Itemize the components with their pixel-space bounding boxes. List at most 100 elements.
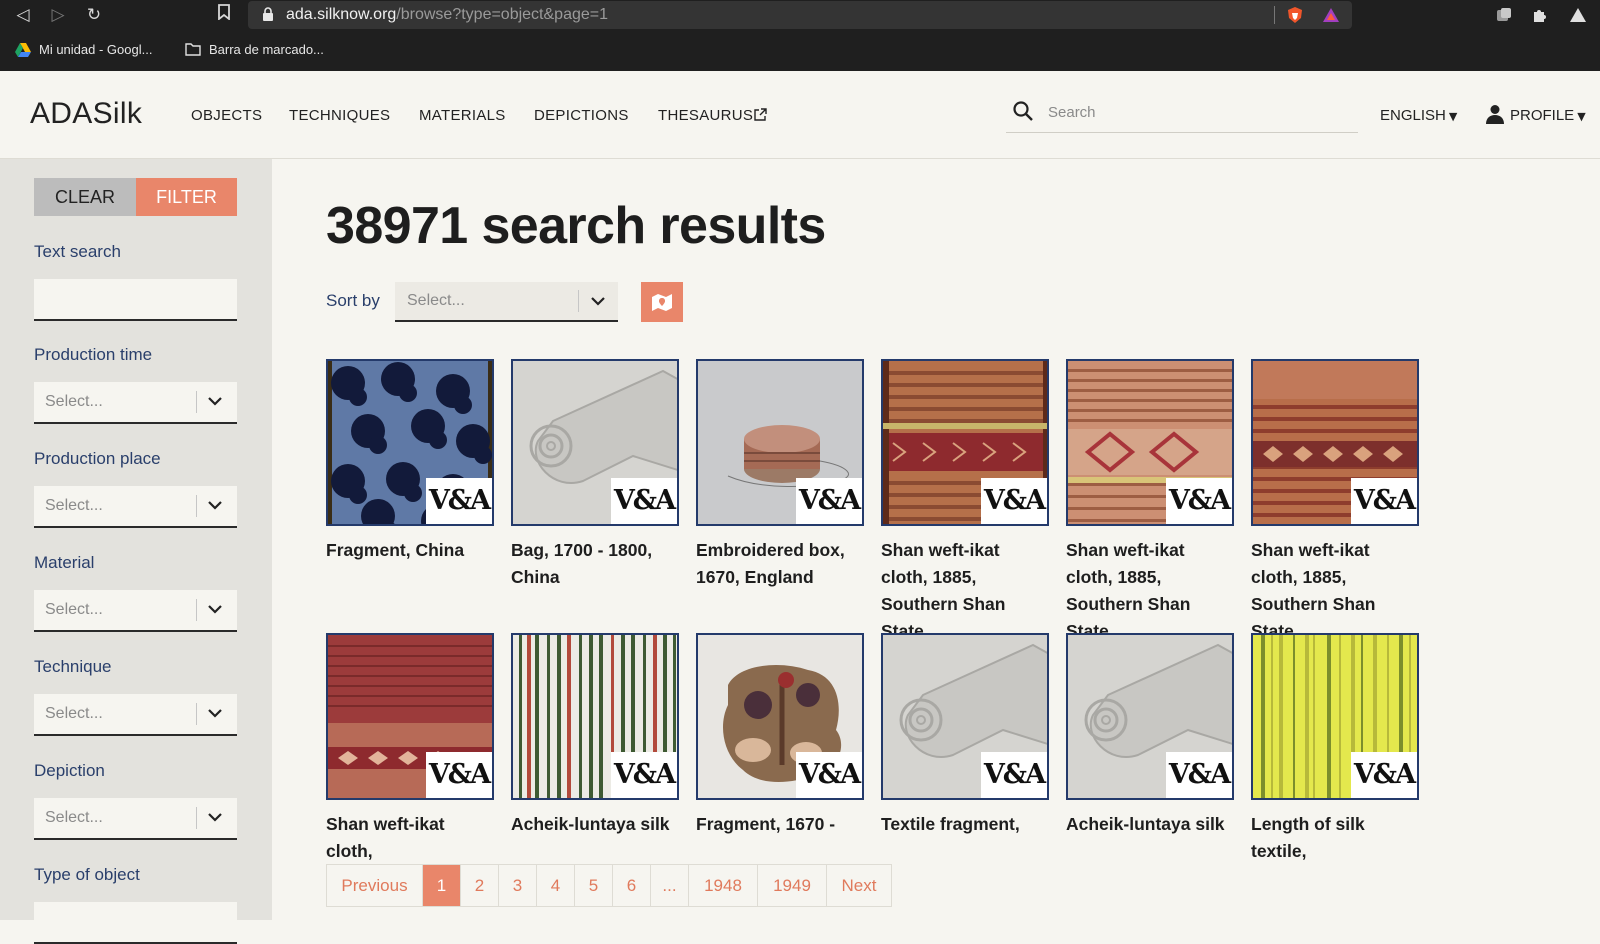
production-place-select[interactable]: Select... [34,486,237,528]
brave-shield-icon[interactable] [1286,6,1304,24]
filter-button[interactable]: FILTER [136,178,237,216]
result-title[interactable]: Length of silk textile, [1251,811,1419,865]
pagination-page-6[interactable]: 6 [613,865,651,906]
nav-objects[interactable]: OBJECTS [191,107,262,124]
chevron-down-icon [208,709,222,718]
address-bar[interactable]: ada.silknow.org/browse?type=object&page=… [248,1,1352,29]
profile-dropdown[interactable]: PROFILE ▼ [1486,104,1586,124]
result-card[interactable]: V&A Fragment, 1670 - [696,633,864,838]
filter-sidebar: CLEAR FILTER Text search Production time… [0,159,272,944]
text-search-input[interactable] [34,279,237,321]
nav-techniques[interactable]: TECHNIQUES [289,107,390,124]
external-link-icon [754,108,767,121]
result-thumbnail[interactable]: V&A [326,359,494,526]
browser-chrome: ◁ ▷ ↻ ada.silknow.org/browse?type=object… [0,0,1600,71]
result-card[interactable]: V&A Shan weft-ikat cloth, [326,633,494,865]
select-separator [196,703,197,725]
result-card[interactable]: V&A Embroidered box, 1670, England [696,359,864,591]
select-separator [578,290,579,312]
result-title[interactable]: Shan weft-ikat cloth, 1885, Southern Sha… [1251,537,1419,645]
result-card[interactable]: V&A Acheik-luntaya silk [511,633,679,838]
user-icon [1486,105,1504,124]
pagination-page-1949[interactable]: 1949 [758,865,827,906]
pagination: Previous 1 2 3 4 5 6 ... 1948 1949 Next [326,864,892,907]
result-title[interactable]: Bag, 1700 - 1800, China [511,537,679,591]
site-logo[interactable]: ADASilk [30,97,142,131]
nav-depictions[interactable]: DEPICTIONS [534,107,629,124]
result-card[interactable]: V&A Length of silk textile, [1251,633,1419,865]
result-card[interactable]: V&A Textile fragment, [881,633,1049,838]
result-title[interactable]: Acheik-luntaya silk [511,811,679,838]
va-logo-badge: V&A [611,478,677,524]
bookmark-icon[interactable] [213,4,235,26]
url-text: ada.silknow.org/browse?type=object&page=… [286,6,609,23]
brave-rewards-icon[interactable] [1322,6,1340,24]
result-thumbnail[interactable]: V&A [511,359,679,526]
va-logo-badge: V&A [611,752,677,798]
result-title[interactable]: Textile fragment, [881,811,1049,838]
va-logo-badge: V&A [426,752,492,798]
depiction-select[interactable]: Select... [34,798,237,840]
result-card[interactable]: V&A Bag, 1700 - 1800, China [511,359,679,591]
lock-icon [263,7,273,21]
production-place-label: Production place [34,449,161,468]
result-title[interactable]: Fragment, 1670 - [696,811,864,838]
result-card[interactable]: V&A Shan weft-ikat cloth, 1885, Southern … [1066,359,1234,645]
result-title[interactable]: Fragment, China [326,537,494,564]
result-title[interactable]: Embroidered box, 1670, England [696,537,864,591]
pagination-previous[interactable]: Previous [327,865,423,906]
puzzle-icon[interactable] [1531,6,1549,24]
clear-button[interactable]: CLEAR [34,178,136,216]
va-logo-badge: V&A [1166,478,1232,524]
chevron-down-icon [208,501,222,510]
type-of-object-select[interactable] [34,902,237,944]
site-header: ADASilk OBJECTS TECHNIQUES MATERIALS DEP… [0,71,1600,159]
result-card[interactable]: V&A Acheik-luntaya silk [1066,633,1234,838]
pagination-next[interactable]: Next [827,865,891,906]
pagination-page-1948[interactable]: 1948 [689,865,758,906]
sort-select[interactable]: Select... [395,282,618,322]
result-card[interactable]: V&A Fragment, China [326,359,494,564]
result-title[interactable]: Shan weft-ikat cloth, 1885, Southern Sha… [1066,537,1234,645]
bookmark-folder[interactable]: Barra de marcado... [185,38,324,62]
material-select[interactable]: Select... [34,590,237,632]
result-thumbnail[interactable]: V&A [1251,359,1419,526]
technique-select[interactable]: Select... [34,694,237,736]
pagination-page-5[interactable]: 5 [575,865,613,906]
bookmark-drive[interactable]: Mi unidad - Googl... [15,38,152,62]
pagination-page-1[interactable]: 1 [423,865,461,906]
result-thumbnail[interactable]: V&A [696,359,864,526]
reload-icon[interactable]: ↻ [83,4,105,26]
nav-thesaurus[interactable]: THESAURUS [658,107,767,124]
results-title: 38971 search results [326,197,826,255]
result-thumbnail[interactable]: V&A [881,359,1049,526]
extension-icon[interactable] [1495,6,1513,24]
triangle-extension-icon[interactable] [1569,6,1587,24]
language-dropdown[interactable]: ENGLISH ▼ [1380,107,1457,124]
result-title[interactable]: Shan weft-ikat cloth, 1885, Southern Sha… [881,537,1049,645]
result-thumbnail[interactable]: V&A [881,633,1049,800]
result-thumbnail[interactable]: V&A [326,633,494,800]
result-thumbnail[interactable]: V&A [1251,633,1419,800]
pagination-page-2[interactable]: 2 [461,865,499,906]
result-card[interactable]: V&A Shan weft-ikat cloth, 1885, Southern … [1251,359,1419,645]
result-title[interactable]: Shan weft-ikat cloth, [326,811,494,865]
production-time-select[interactable]: Select... [34,382,237,424]
result-thumbnail[interactable]: V&A [696,633,864,800]
va-logo-badge: V&A [796,478,862,524]
map-view-button[interactable] [641,282,683,322]
pagination-page-3[interactable]: 3 [499,865,537,906]
map-icon [652,294,672,311]
forward-icon[interactable]: ▷ [47,4,69,26]
header-search[interactable]: Search [1006,95,1358,133]
nav-materials[interactable]: MATERIALS [419,107,506,124]
va-logo-badge: V&A [981,478,1047,524]
result-thumbnail[interactable]: V&A [511,633,679,800]
result-thumbnail[interactable]: V&A [1066,633,1234,800]
pagination-page-4[interactable]: 4 [537,865,575,906]
chevron-down-icon [208,605,222,614]
back-icon[interactable]: ◁ [12,4,34,26]
result-thumbnail[interactable]: V&A [1066,359,1234,526]
result-title[interactable]: Acheik-luntaya silk [1066,811,1234,838]
result-card[interactable]: V&A Shan weft-ikat cloth, 1885, Southern … [881,359,1049,645]
